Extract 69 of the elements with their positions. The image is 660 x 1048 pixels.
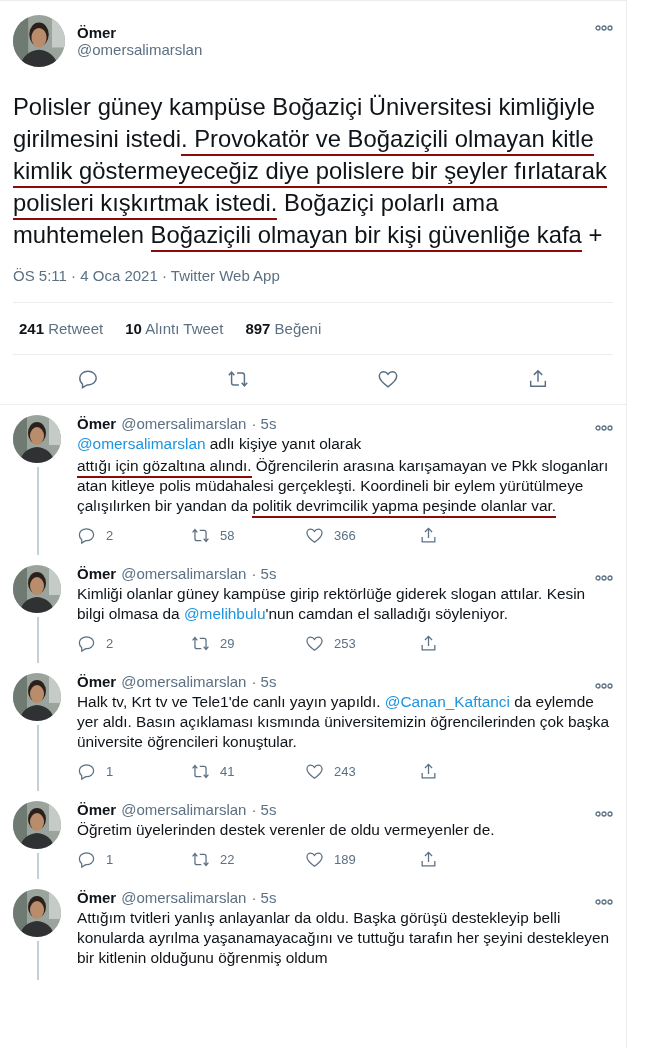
tweet-text: Attığım tvitleri yanlış anlayanlar da oldu. Başka görüşü destekleyip belli konularda ayrılma yaşanamayacağını ve tuttuğu tarafın her şeyini destekleyen bir kitlenin olduğunu öğrenmiş oldum (77, 908, 611, 968)
like-count: 243 (334, 764, 356, 779)
retweet-icon[interactable] (191, 850, 210, 869)
like-count: 366 (334, 528, 356, 543)
tweet-time[interactable]: · 5s (251, 673, 277, 690)
stat-link[interactable]: 241 Retweet (19, 320, 104, 337)
tweet-time[interactable]: · 5s (251, 889, 277, 906)
reply-icon[interactable] (77, 850, 96, 869)
user-handle[interactable]: @omersalimarslan (121, 673, 247, 690)
mention-link[interactable]: @Canan_Kaftanci (384, 693, 510, 710)
tweet-text: Polisler güney kampüse Boğaziçi Üniversitesi kimliğiyle girilmesini istedi. Provokatör ve Boğaziçili olmayan kitle kimlik göstermeyeceğiz diye polislere bir şeyler fırlatarak polisleri kışkırtmak istedi. Boğaziçi polarlı ama muhtemelen Boğaziçili olmayan bir kişi güvenliğe kafa + (13, 91, 613, 251)
more-icon[interactable] (595, 899, 613, 905)
reply-count: 1 (106, 852, 114, 867)
share-icon[interactable] (419, 634, 438, 653)
mention-link[interactable]: @omersalimarslan (77, 435, 206, 452)
tweet-timestamp[interactable]: ÖS 5:11 · 4 Oca 2021 · Twitter Web App (13, 265, 613, 303)
stat-link[interactable]: 897 Beğeni (245, 320, 322, 337)
reply-count: 2 (106, 636, 114, 651)
tweet-time[interactable]: · 5s (251, 415, 277, 432)
retweet-count: 58 (220, 528, 235, 543)
heart-icon[interactable] (305, 526, 324, 545)
reply-icon[interactable] (77, 762, 96, 781)
retweet-count: 22 (220, 852, 235, 867)
share-icon[interactable] (527, 368, 549, 390)
tweet-text: Halk tv, Krt tv ve Tele1'de canlı yayın yapıldı. @Canan_Kaftanci da eylemde yer aldı. Basın açıklaması kısmında üniversitemizin öğrencilerinden çok başka üniversite öğrencileri konuştular. (77, 692, 611, 752)
display-name[interactable]: Ömer (77, 889, 117, 906)
share-icon[interactable] (419, 850, 438, 869)
tweet-time[interactable]: · 5s (251, 801, 277, 818)
user-handle[interactable]: @omersalimarslan (121, 889, 247, 906)
reply-icon[interactable] (77, 368, 99, 390)
more-icon[interactable] (595, 425, 613, 431)
tweet-text: Kimliği olanlar güney kampüse girip rektörlüğe giderek slogan attılar. Kesin bilgi olmasa da @melihbulu'nun camdan el salladığı söyleniyor. (77, 584, 587, 624)
retweet-count: 41 (220, 764, 235, 779)
more-icon[interactable] (595, 25, 613, 31)
tweet-text: Öğretim üyelerinden destek verenler de oldu vermeyenler de. (77, 820, 496, 840)
share-icon[interactable] (419, 526, 438, 545)
user-handle[interactable]: @omersalimarslan (121, 565, 247, 582)
user-handle[interactable]: @omersalimarslan (121, 801, 247, 818)
display-name[interactable]: Ömer (77, 673, 117, 690)
heart-icon[interactable] (305, 850, 324, 869)
more-icon[interactable] (595, 683, 613, 689)
reply-icon[interactable] (77, 634, 96, 653)
retweet-icon[interactable] (191, 526, 210, 545)
retweet-count: 29 (220, 636, 235, 651)
replying-to-text: @omersalimarslan adlı kişiye yanıt olarak (77, 434, 363, 454)
like-count: 189 (334, 852, 356, 867)
heart-icon[interactable] (305, 762, 324, 781)
display-name[interactable]: Ömer (77, 565, 117, 582)
retweet-icon[interactable] (191, 762, 210, 781)
display-name[interactable]: Ömer (77, 415, 117, 432)
mention-link[interactable]: @melihbulu (183, 605, 266, 622)
heart-icon[interactable] (305, 634, 324, 653)
display-name[interactable]: Ömer (77, 24, 583, 41)
more-icon[interactable] (595, 575, 613, 581)
user-handle[interactable]: @omersalimarslan (77, 41, 583, 58)
more-icon[interactable] (595, 811, 613, 817)
share-icon[interactable] (419, 762, 438, 781)
display-name[interactable]: Ömer (77, 801, 117, 818)
tweet-text: attığı için gözaltına alındı. Öğrencilerin arasına karışamayan ve Pkk sloganları atan kitleye polis müdahalesi gerçekleşti. Koordineli bir eylem yürütülmeye çalışılırken bir yandan da politik devrimcilik yapma peşinde olanlar var. (77, 456, 613, 516)
user-handle[interactable]: @omersalimarslan (121, 415, 247, 432)
reply-count: 1 (106, 764, 114, 779)
reply-icon[interactable] (77, 526, 96, 545)
reply-count: 2 (106, 528, 114, 543)
like-count: 253 (334, 636, 356, 651)
stat-link[interactable]: 10 Alıntı Tweet (125, 320, 224, 337)
heart-icon[interactable] (377, 368, 399, 390)
retweet-icon[interactable] (191, 634, 210, 653)
tweet-time[interactable]: · 5s (251, 565, 277, 582)
retweet-icon[interactable] (227, 368, 249, 390)
